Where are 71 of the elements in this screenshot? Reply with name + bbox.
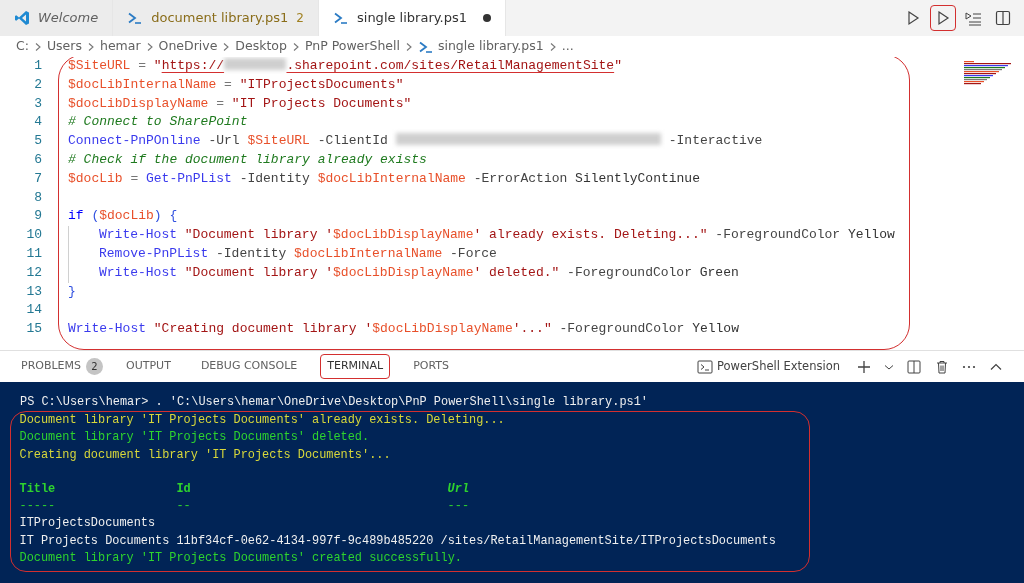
editor-tab[interactable]: single library.ps1 — [319, 0, 507, 36]
run-button[interactable] — [930, 5, 956, 31]
line-number: 11 — [25, 244, 43, 263]
editor-tab[interactable]: document library.ps1 2 — [113, 0, 319, 36]
more-icon — [962, 364, 976, 369]
column-header: Id — [176, 480, 191, 498]
line-number: 13 — [25, 282, 43, 301]
problem-count-badge: 2 — [86, 358, 104, 375]
panel-tab[interactable]: PORTS — [406, 354, 456, 379]
code-line: Write-Host "Creating document library '$docLibDisplayName'..." -ForegroundColor Yellow — [68, 320, 740, 339]
terminal-icon — [697, 358, 714, 375]
line-number: 12 — [25, 263, 43, 282]
code-line: $docLibDisplayName = "IT Projects Documents" — [68, 94, 413, 113]
terminal-prompt-line: PS C:\Users\hemar> . 'C:\Users\hemar\OneDrive\Desktop\PnP PowerShell\single library.ps1' — [20, 394, 649, 411]
breadcrumb-item[interactable]: C: — [16, 37, 29, 56]
breadcrumb-item[interactable]: Desktop — [235, 37, 287, 56]
code-line: } — [68, 282, 77, 301]
terminal-line: Document library 'IT Projects Documents' already exists. Deleting... — [19, 412, 506, 430]
line-number: 7 — [33, 169, 43, 188]
breadcrumb-item[interactable]: OneDrive — [158, 37, 218, 56]
terminal-name[interactable]: PowerShell Extension — [717, 357, 840, 376]
line-number: 6 — [33, 151, 43, 169]
split-icon — [995, 10, 1011, 26]
code-line: $SiteURL = "https:// .sharepoint.com/sites/RetailManagementSite" — [68, 57, 623, 75]
panel-tab[interactable]: TERMINAL — [320, 354, 391, 379]
vscode-logo-icon — [14, 10, 30, 26]
line-number: 10 — [25, 226, 43, 245]
header-rule: -- — [176, 498, 191, 516]
line-number: 1 — [33, 57, 43, 75]
breadcrumb-item[interactable]: PnP PowerShell — [304, 37, 400, 56]
panel-tab[interactable]: DEBUG CONSOLE — [193, 354, 305, 379]
breadcrumb-item[interactable]: single library.ps1 — [437, 37, 544, 56]
breadcrumb-item[interactable]: Users — [46, 37, 82, 56]
line-number: 4 — [33, 113, 43, 132]
terminal-line: Document library 'IT Projects Documents' deleted. — [19, 429, 371, 447]
column-header: Url — [447, 480, 470, 498]
line-number: 8 — [33, 188, 43, 207]
header-rule: --- — [447, 498, 470, 516]
add-icon — [856, 358, 872, 375]
header-rule: ----- — [19, 498, 56, 516]
line-number: 3 — [33, 94, 43, 113]
line-number: 9 — [33, 207, 43, 226]
editor-tab[interactable]: Welcome — [0, 0, 114, 36]
terminal-line: Document library 'IT Projects Documents' created successfully. — [19, 549, 463, 567]
unsaved-dot-icon — [483, 14, 492, 22]
code-line: # Check if the document library already exists — [68, 151, 428, 169]
column-header: Title — [19, 480, 56, 498]
code-line: $docLibInternalName = "ITProjectsDocuments" — [68, 75, 405, 94]
terminal-line: ITProjectsDocuments — [19, 515, 157, 533]
line-number: 2 — [33, 75, 43, 94]
code-line: $docLib = Get-PnPList -Identity $docLibInternalName -ErrorAction SilentlyContinue — [68, 169, 701, 188]
line-number: 15 — [25, 320, 43, 339]
terminal-line: Creating document library 'IT Projects Documents'... — [19, 446, 392, 464]
run-selection-icon — [965, 10, 981, 26]
terminal-line: IT Projects Documents 11bf34cf-0e62-4134-997f-9c489b485220 /sites/RetailManagementSite/ITProjectsDocuments — [19, 532, 777, 550]
trash-icon — [934, 358, 950, 375]
breadcrumb-item[interactable]: hemar — [99, 37, 141, 56]
panel-tab[interactable]: OUTPUT — [119, 354, 178, 379]
chevron-down-icon — [884, 363, 894, 370]
split-icon — [906, 358, 922, 375]
code-line: # Connect to SharePoint — [68, 113, 249, 132]
powershell-icon — [127, 10, 144, 26]
breadcrumb-item[interactable]: ... — [561, 37, 574, 56]
line-number: 5 — [33, 132, 43, 151]
play-icon — [935, 10, 951, 26]
code-line: if ($docLib) { — [68, 207, 179, 226]
powershell-icon — [333, 10, 349, 26]
play-icon — [905, 10, 921, 26]
code-line: Connect-PnPOnline -Url $SiteURL -ClientId -Interactive — [68, 132, 764, 151]
panel-tab[interactable]: PROBLEMS — [14, 354, 83, 379]
line-number: 14 — [25, 301, 43, 320]
